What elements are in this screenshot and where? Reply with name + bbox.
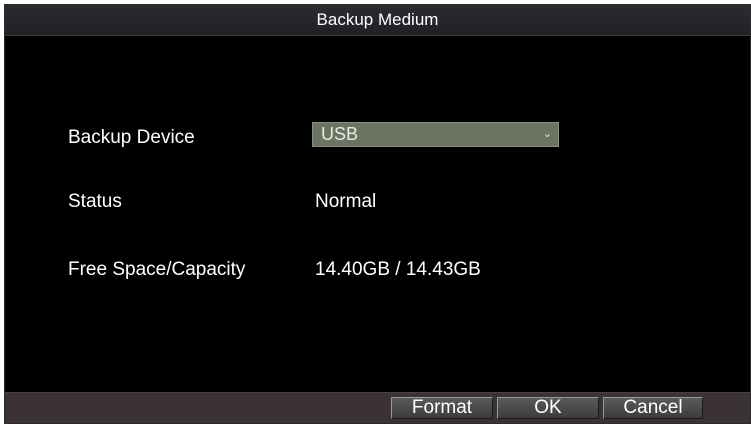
dialog-footer: Format OK Cancel [5,392,750,423]
capacity-value: 14.40GB / 14.43GB [315,259,481,280]
chevron-down-icon: ⌄ [542,128,552,140]
cancel-button[interactable]: Cancel [603,397,703,419]
backup-device-label: Backup Device [68,127,195,148]
capacity-label: Free Space/Capacity [68,259,246,280]
dialog-title: Backup Medium [5,5,750,36]
status-label: Status [68,191,122,212]
backup-medium-dialog: Backup Medium Backup Device USB ⌄ Status… [4,4,751,424]
backup-device-value: USB [321,124,359,144]
backup-device-select[interactable]: USB ⌄ [312,122,559,147]
format-button[interactable]: Format [391,397,493,419]
status-value: Normal [315,191,377,212]
ok-button[interactable]: OK [497,397,599,419]
